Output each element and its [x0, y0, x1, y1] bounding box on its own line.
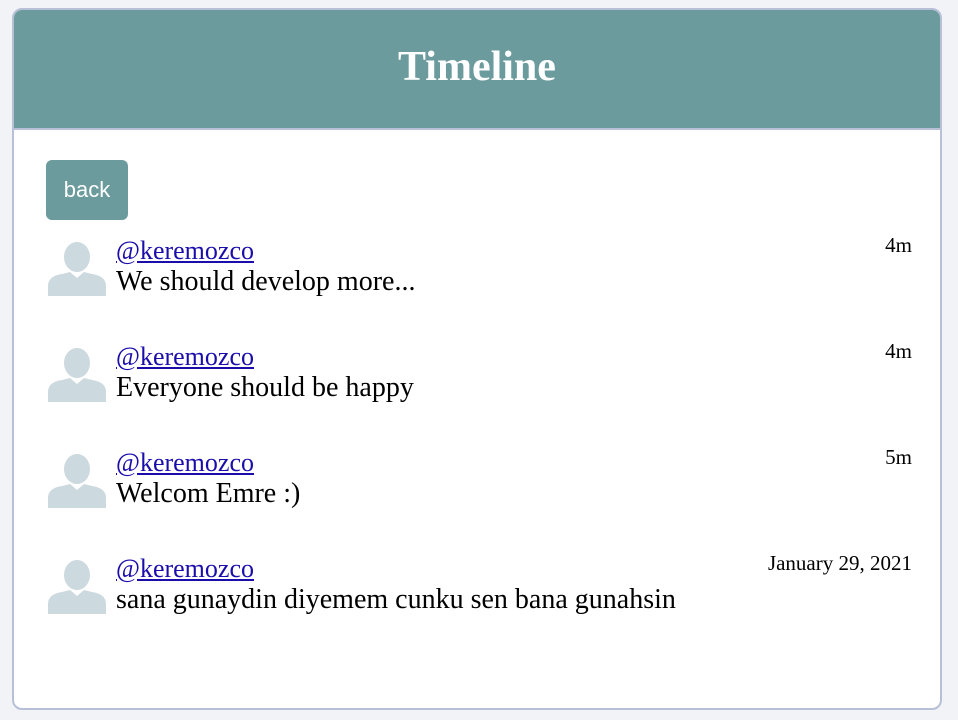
timeline-card: Timeline back @keremozco We should devel…	[12, 8, 942, 710]
post-text: Everyone should be happy	[116, 372, 414, 403]
post-timestamp: 5m	[885, 445, 912, 469]
avatar-icon	[48, 348, 106, 402]
post-timestamp: January 29, 2021	[767, 551, 912, 575]
user-handle-link[interactable]: @keremozco	[116, 342, 254, 372]
page-title: Timeline	[398, 44, 556, 90]
avatar-icon	[48, 560, 106, 614]
user-handle-link[interactable]: @keremozco	[116, 448, 254, 478]
post-timestamp: 4m	[885, 339, 912, 363]
post-timestamp: 4m	[885, 233, 912, 257]
avatar-icon	[48, 242, 106, 296]
avatar-icon	[48, 454, 106, 508]
back-button[interactable]: back	[46, 160, 128, 220]
user-handle-link[interactable]: @keremozco	[116, 236, 254, 266]
timeline-header: Timeline	[14, 10, 940, 130]
post-text: We should develop more...	[116, 266, 416, 297]
post-text: sana gunaydin diyemem cunku sen bana gun…	[116, 584, 676, 615]
user-handle-link[interactable]: @keremozco	[116, 554, 254, 584]
post-text: Welcom Emre :)	[116, 478, 301, 509]
